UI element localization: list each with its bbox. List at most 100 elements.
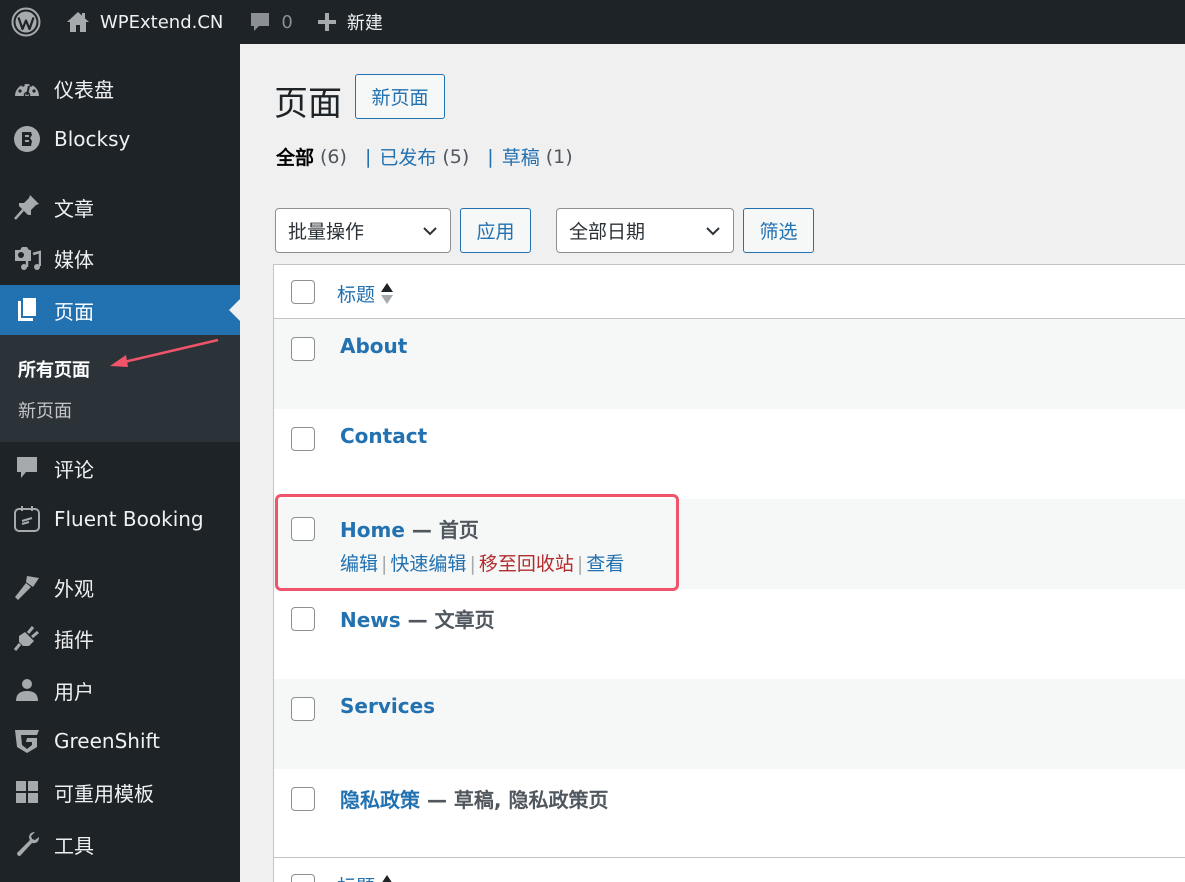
row-title-link[interactable]: Services <box>340 694 435 718</box>
bulk-actions-value: 批量操作 <box>288 221 365 243</box>
row-title-link[interactable]: About <box>340 334 407 358</box>
menu-item-posts[interactable]: 文章 <box>0 182 240 232</box>
row-actions: 编辑 | 快速编辑 | 移至回收站 | 查看 <box>340 549 624 576</box>
row-title-link[interactable]: 隐私政策 <box>340 788 420 812</box>
table-header: 标题 <box>274 265 1185 319</box>
submenu-all-pages[interactable]: 所有页面 <box>18 356 90 382</box>
view-all[interactable]: 全部 <box>276 143 314 170</box>
menu-label: 可重用模板 <box>54 781 154 806</box>
comment-bubble-icon <box>251 13 270 31</box>
select-all-checkbox[interactable] <box>291 280 315 304</box>
pages-submenu: 所有页面 新页面 <box>0 335 240 442</box>
menu-item-blocksy[interactable]: Blocksy <box>0 114 240 164</box>
wrench-icon <box>0 819 54 869</box>
table-row: Services <box>274 679 1185 769</box>
view-published-count: (5) <box>442 145 470 168</box>
table-row: Home — 首页 编辑 | 快速编辑 | 移至回收站 | 查看 <box>274 499 1185 589</box>
date-filter-value: 全部日期 <box>569 221 646 243</box>
row-post-state: — 文章页 <box>400 608 495 632</box>
pages-icon <box>0 285 54 335</box>
menu-label: 外观 <box>54 576 94 601</box>
menu-item-media[interactable]: 媒体 <box>0 233 240 283</box>
row-title-link[interactable]: News <box>340 608 401 632</box>
menu-item-reusable-blocks[interactable]: 可重用模板 <box>0 767 240 817</box>
menu-item-comments[interactable]: 评论 <box>0 443 240 493</box>
menu-item-users[interactable]: 用户 <box>0 665 240 715</box>
row-checkbox[interactable] <box>291 697 315 721</box>
bulk-actions-select[interactable]: 批量操作 <box>275 208 451 253</box>
menu-label: 插件 <box>54 627 94 652</box>
menu-item-appearance[interactable]: 外观 <box>0 562 240 612</box>
table-row: 隐私政策 — 草稿, 隐私政策页 <box>274 769 1185 859</box>
action-separator: | <box>469 553 476 575</box>
edit-link[interactable]: 编辑 <box>340 553 378 575</box>
add-new-page-button[interactable]: 新页面 <box>355 74 445 119</box>
view-link[interactable]: 查看 <box>586 553 624 575</box>
table-row: News — 文章页 <box>274 589 1185 679</box>
comment-bubble-icon <box>0 443 54 493</box>
row-title: About <box>340 334 407 358</box>
column-title-label: 标题 <box>337 284 376 306</box>
chevron-down-icon <box>706 227 720 236</box>
row-title: Contact <box>340 424 427 448</box>
plug-icon <box>0 613 54 663</box>
view-drafts-count: (1) <box>545 145 573 168</box>
new-content-menu[interactable]: 新建 <box>305 0 395 44</box>
row-title: News — 文章页 <box>340 604 495 633</box>
row-checkbox[interactable] <box>291 607 315 631</box>
menu-label: 评论 <box>54 457 94 482</box>
view-filters: 全部 (6) | 已发布 (5) | 草稿 (1) <box>276 143 573 170</box>
media-camera-music-icon <box>0 233 54 283</box>
submenu-add-new-page[interactable]: 新页面 <box>18 397 72 423</box>
menu-item-plugins[interactable]: 插件 <box>0 613 240 663</box>
menu-label: 媒体 <box>54 247 94 272</box>
chevron-down-icon <box>423 227 437 236</box>
apply-button[interactable]: 应用 <box>460 208 531 253</box>
select-all-checkbox-footer[interactable] <box>291 874 315 882</box>
quick-edit-link[interactable]: 快速编辑 <box>390 553 466 575</box>
table-row: About <box>274 319 1185 409</box>
menu-item-dashboard[interactable]: 仪表盘 <box>0 63 240 113</box>
dashboard-gauge-icon <box>0 63 54 113</box>
menu-item-tools[interactable]: 工具 <box>0 819 240 869</box>
row-checkbox[interactable] <box>291 787 315 811</box>
menu-item-greenshift[interactable]: GreenShift <box>0 716 240 766</box>
menu-item-fluent-booking[interactable]: Fluent Booking <box>0 494 240 544</box>
menu-item-pages[interactable]: 页面 <box>0 285 240 335</box>
row-title-link[interactable]: Contact <box>340 424 427 448</box>
calendar-booking-icon <box>0 494 54 544</box>
column-title-sort-footer[interactable]: 标题 <box>337 872 394 882</box>
grid-blocks-icon <box>0 767 54 817</box>
view-published[interactable]: 已发布 <box>379 143 436 170</box>
row-title: 隐私政策 — 草稿, 隐私政策页 <box>340 784 609 813</box>
view-drafts[interactable]: 草稿 <box>502 143 540 170</box>
home-icon <box>67 12 89 32</box>
menu-label: 页面 <box>54 299 94 324</box>
row-title-link[interactable]: Home <box>340 518 405 542</box>
row-checkbox[interactable] <box>291 427 315 451</box>
comments-link[interactable]: 0 <box>237 0 304 44</box>
column-title-sort[interactable]: 标题 <box>337 280 394 307</box>
row-post-state: — 草稿, 隐私政策页 <box>420 788 609 812</box>
date-filter-select[interactable]: 全部日期 <box>556 208 734 253</box>
trash-link[interactable]: 移至回收站 <box>479 553 574 575</box>
row-checkbox[interactable] <box>291 337 315 361</box>
view-separator: | <box>487 145 494 168</box>
site-name-link[interactable]: WPExtend.CN <box>52 0 237 44</box>
menu-label: 仪表盘 <box>54 77 114 102</box>
filter-button[interactable]: 筛选 <box>743 208 814 253</box>
row-checkbox[interactable] <box>291 517 315 541</box>
menu-label: 用户 <box>54 679 94 704</box>
admin-bar: WPExtend.CN 0 新建 <box>0 0 1185 44</box>
action-separator: | <box>576 553 584 575</box>
row-post-state: — 首页 <box>404 518 479 542</box>
blocksy-logo-icon <box>0 114 54 164</box>
row-title: Home — 首页 <box>340 514 479 543</box>
wordpress-menu[interactable] <box>0 0 52 44</box>
wordpress-logo-icon <box>11 7 41 37</box>
column-title-label: 标题 <box>337 872 375 882</box>
menu-label: 文章 <box>54 196 94 221</box>
action-separator: | <box>381 553 388 575</box>
user-icon <box>0 665 54 715</box>
page-title: 页面 <box>274 84 342 124</box>
